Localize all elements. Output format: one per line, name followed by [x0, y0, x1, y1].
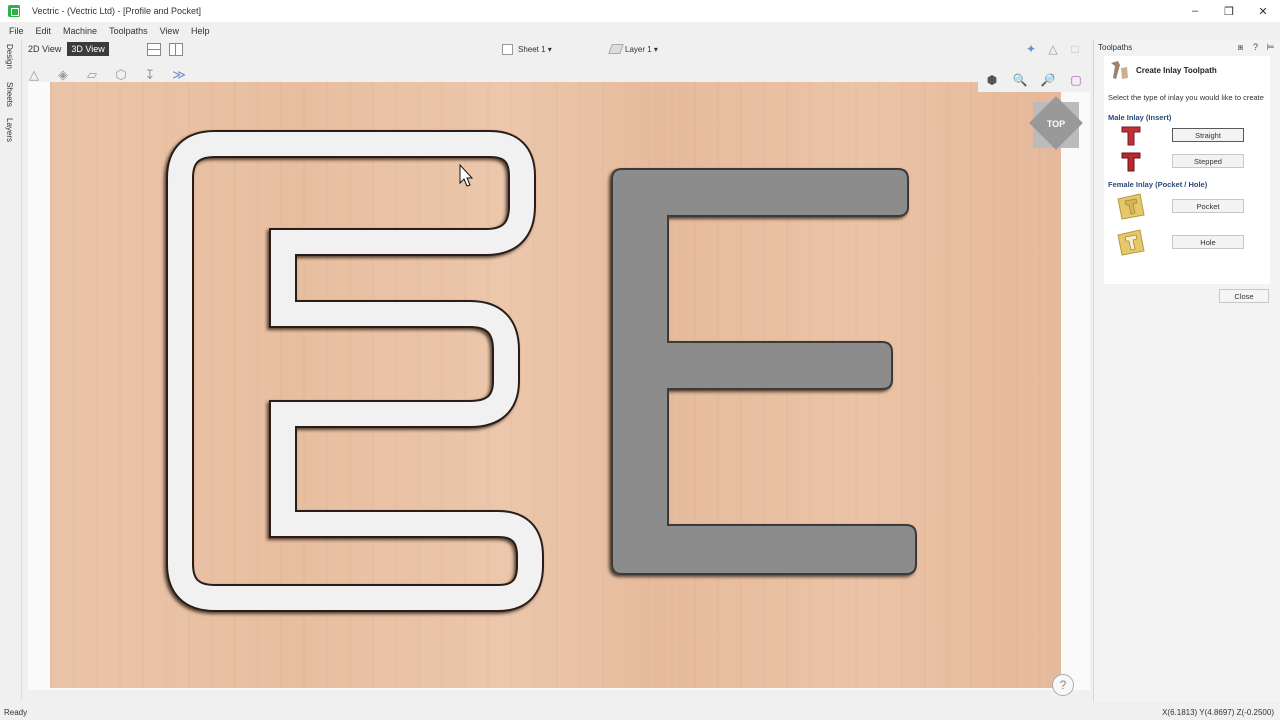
stepped-button[interactable]: Stepped [1172, 154, 1244, 168]
female-hole-icon [1116, 229, 1146, 256]
female-pocket-icon [1116, 193, 1146, 220]
help-button[interactable]: ? [1052, 674, 1074, 696]
view-cube-icon[interactable]: ⬢ [982, 70, 1002, 90]
card-title-row: Create Inlay Toolpath [1104, 56, 1270, 84]
layer-icon [608, 44, 624, 54]
title-bar: Vectric - (Vectric Ltd) - [Profile and P… [0, 0, 1280, 22]
selection-box-icon[interactable]: □ [1068, 42, 1082, 56]
view-toolbar: 2D View 3D View [24, 42, 183, 56]
card-description: Select the type of inlay you would like … [1108, 93, 1264, 102]
panel-pin-icon[interactable]: ⊨ [1265, 42, 1276, 53]
status-bar: Ready X(6.1813) Y(4.8697) Z(-0.2500) [0, 706, 1280, 720]
carved-letters [166, 130, 917, 612]
minimize-button[interactable]: – [1178, 0, 1212, 22]
menu-machine[interactable]: Machine [63, 26, 97, 36]
pocket-row: Pocket [1104, 189, 1270, 223]
layer-selector-label: Layer 1 ▾ [625, 44, 658, 54]
toolpaths-panel: Toolpaths ⧆ ? ⊨ Create Inlay Toolpath Se… [1093, 40, 1280, 702]
tab-design[interactable]: Design [5, 44, 14, 69]
close-button[interactable]: Close [1219, 289, 1269, 303]
panel-header-icons: ⧆ ? ⊨ [1231, 42, 1276, 53]
zoom-in-icon[interactable]: 🔍 [1010, 70, 1030, 90]
snap-icon[interactable]: ✦ [1024, 42, 1038, 56]
mouse-cursor [459, 163, 474, 187]
status-text: Ready [4, 708, 28, 717]
window-controls: – ❐ ✕ [1178, 0, 1280, 22]
split-vertical-icon[interactable] [168, 42, 183, 56]
cursor-coordinates: X(6.1813) Y(4.8697) Z(-0.2500) [1162, 708, 1274, 717]
male-section-label: Male Inlay (Insert) [1108, 113, 1172, 122]
menu-view[interactable]: View [160, 26, 179, 36]
top-right-tools: ✦ △ □ [1024, 42, 1090, 56]
shapes-icon[interactable]: △ [1046, 42, 1060, 56]
menu-file[interactable]: File [9, 26, 24, 36]
tab-sheets[interactable]: Sheets [5, 82, 14, 107]
stepped-row: Stepped [1104, 148, 1270, 174]
zoom-extents-icon[interactable]: 🔎 [1038, 70, 1058, 90]
tab-layers[interactable]: Layers [5, 118, 14, 142]
panel-help-icon[interactable]: ? [1250, 42, 1261, 53]
menu-toolpaths[interactable]: Toolpaths [109, 26, 148, 36]
profile-letter-e [166, 130, 544, 612]
menu-help[interactable]: Help [191, 26, 210, 36]
hole-row: Hole [1104, 223, 1270, 261]
app-icon [8, 5, 20, 17]
restore-button[interactable]: ❐ [1212, 0, 1246, 22]
inlay-card: Create Inlay Toolpath Select the type of… [1104, 56, 1270, 284]
left-tab-strip: Design Sheets Layers [0, 40, 22, 700]
hole-button[interactable]: Hole [1172, 235, 1244, 249]
close-window-button[interactable]: ✕ [1246, 0, 1280, 22]
split-horizontal-icon[interactable] [146, 42, 161, 56]
sheet-icon [502, 44, 513, 55]
straight-row: Straight [1104, 122, 1270, 148]
layer-selector[interactable]: Layer 1 ▾ [608, 44, 658, 54]
menu-bar: File Edit Machine Toolpaths View Help [0, 24, 212, 38]
tab-3d-view[interactable]: 3D View [67, 42, 109, 56]
zoom-box-icon[interactable]: ▢ [1066, 70, 1086, 90]
card-title: Create Inlay Toolpath [1136, 65, 1217, 75]
male-stepped-icon [1116, 149, 1146, 173]
orientation-cube[interactable]: TOP [1029, 96, 1083, 150]
3d-viewport[interactable]: ⬢ 🔍 🔎 ▢ TOP ? [28, 70, 1098, 696]
straight-button[interactable]: Straight [1172, 128, 1244, 142]
sheet-selector-label: Sheet 1 ▾ [518, 45, 552, 54]
panel-header: Toolpaths ⧆ ? ⊨ [1094, 40, 1280, 54]
inlay-tool-icon [1108, 59, 1130, 81]
menu-edit[interactable]: Edit [36, 26, 52, 36]
pocket-letter-e [611, 168, 917, 575]
wood-board [50, 82, 1061, 688]
cube-label: TOP [1046, 119, 1066, 129]
pocket-button[interactable]: Pocket [1172, 199, 1244, 213]
male-straight-icon [1116, 123, 1146, 147]
sheet-selector[interactable]: Sheet 1 ▾ [502, 44, 552, 55]
panel-collapse-icon[interactable]: ⧆ [1235, 42, 1246, 53]
panel-title: Toolpaths [1098, 42, 1133, 52]
window-title: Vectric - (Vectric Ltd) - [Profile and P… [32, 6, 202, 16]
viewport-tools: ⬢ 🔍 🔎 ▢ [978, 70, 1098, 92]
tab-2d-view[interactable]: 2D View [24, 42, 65, 56]
female-section-label: Female Inlay (Pocket / Hole) [1108, 180, 1208, 189]
